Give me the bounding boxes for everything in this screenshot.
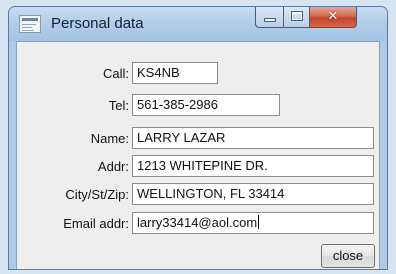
addr-field[interactable]: 1213 WHITEPINE DR. <box>132 155 374 177</box>
personal-data-window: Personal data ✕ Call: KS4NB Tel: 561-385… <box>8 6 388 270</box>
call-label: Call: <box>102 66 129 81</box>
name-label: Name: <box>90 131 129 146</box>
window-close-button[interactable]: ✕ <box>309 7 357 28</box>
maximize-icon <box>292 12 302 20</box>
close-icon: ✕ <box>327 9 339 24</box>
window-title: Personal data <box>51 15 144 32</box>
email-label: Email addr: <box>63 216 129 231</box>
minimize-icon <box>265 19 275 21</box>
title-bar[interactable]: Personal data ✕ <box>9 7 387 41</box>
city-st-zip-field[interactable]: WELLINGTON, FL 33414 <box>132 183 374 205</box>
app-icon <box>19 15 41 33</box>
tel-field[interactable]: 561-385-2986 <box>132 94 280 116</box>
maximize-button[interactable] <box>283 7 310 28</box>
name-field[interactable]: LARRY LAZAR <box>132 127 374 149</box>
addr-label: Addr: <box>97 159 129 174</box>
text-caret <box>258 215 260 229</box>
minimize-button[interactable] <box>255 7 284 28</box>
form-panel: Call: KS4NB Tel: 561-385-2986 Name: LARR… <box>16 41 380 269</box>
city-st-zip-label: City/St/Zip: <box>65 187 129 202</box>
tel-label: Tel: <box>108 98 129 113</box>
close-button[interactable]: close <box>321 244 375 268</box>
call-field[interactable]: KS4NB <box>132 62 218 84</box>
email-field[interactable]: larry33414@aol.com <box>132 212 374 234</box>
